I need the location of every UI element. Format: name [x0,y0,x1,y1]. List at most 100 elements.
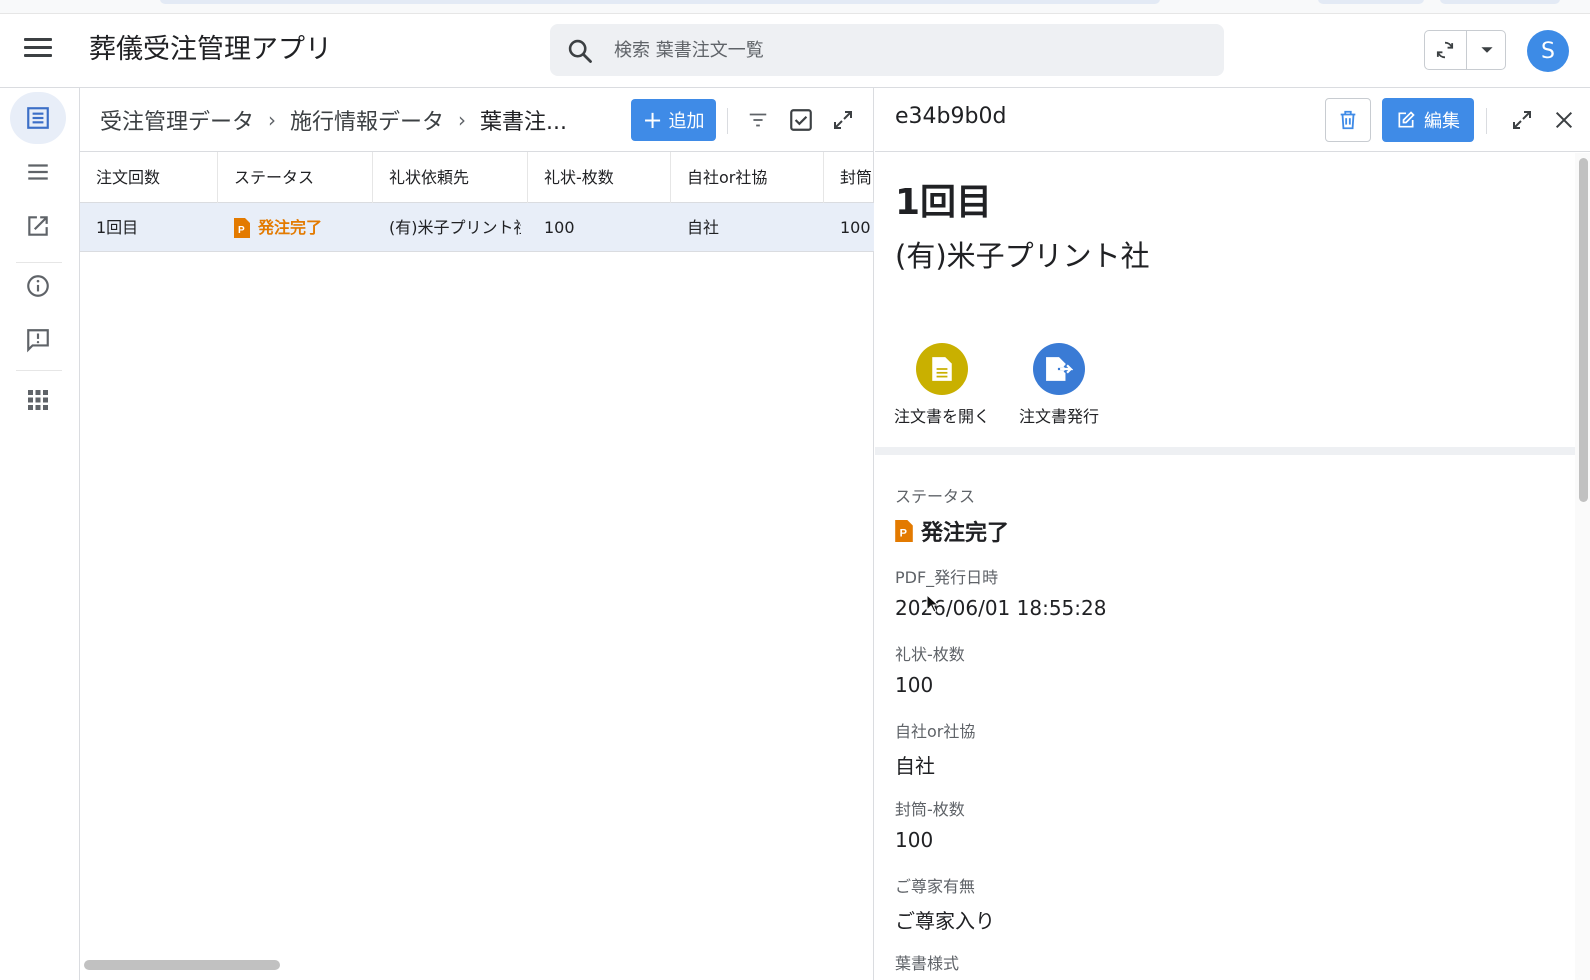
left-nav-rail [0,88,80,980]
field-value: 100 [895,828,934,852]
field-label: 自社or社協 [895,722,976,741]
search-input[interactable] [614,32,1204,68]
action-label: 注文書発行 [1018,407,1099,426]
rail-feedback[interactable] [10,314,66,366]
app-title: 葬儀受注管理アプリ [89,34,332,65]
detail-body: 1回目 (有)米子プリント社 注文書を開く 注文書発行 ステータス P 発注完了… [875,153,1575,980]
edit-icon [1398,111,1415,128]
expand-list-button[interactable] [829,106,857,134]
detail-subtitle: (有)米子プリント社 [895,239,1150,273]
select-mode-button[interactable] [787,106,815,134]
add-button[interactable]: + 追加 [631,99,716,141]
sync-button[interactable] [1425,31,1465,69]
column-header[interactable]: 礼状依頼先 [373,152,528,203]
status-badge: P 発注完了 [895,515,1009,547]
pdf-file-icon: P [895,520,913,542]
document-export-icon [1046,357,1073,381]
breadcrumb-item[interactable]: 受注管理データ [100,104,254,136]
checkbox-icon [790,109,812,131]
rail-info[interactable] [10,260,66,312]
search-icon [568,39,592,63]
chevron-right-icon: › [268,108,277,132]
app-header: 葬儀受注管理アプリ S [0,14,1590,88]
list-panel: 受注管理データ › 施行情報データ › 葉書注... + 追加 注文回数 ステー… [80,88,874,980]
rail-table-view[interactable] [10,92,66,144]
rail-list-view[interactable] [10,146,66,198]
open-external-icon [28,216,48,236]
vertical-scrollbar[interactable] [1579,158,1588,502]
open-order-doc-action[interactable]: 注文書を開く [882,343,1002,427]
detail-header: e34b9b0d 編集 [875,88,1590,152]
column-header[interactable]: 注文回数 [80,152,218,203]
record-id: e34b9b0d [895,104,1007,129]
field-letter-count: 礼状-枚数 100 [895,641,965,697]
breadcrumb-current: 葉書注... [480,110,568,135]
rail-open-external[interactable] [10,200,66,252]
browser-pill [1440,0,1560,4]
pdf-file-icon: P [234,217,250,238]
table-header: 注文回数 ステータス 礼状依頼先 礼状-枚数 自社or社協 封筒 [80,152,874,203]
field-family-name: ご尊家有無 ご尊家入り [895,873,995,934]
field-postcard-style: 葉書様式 [895,950,959,980]
action-circle [916,343,968,395]
action-label: 注文書を開く [893,407,990,426]
filter-icon [749,113,767,127]
field-company-type: 自社or社協 自社 [895,718,975,779]
list-view-icon [28,164,48,180]
expand-detail-button[interactable] [1508,106,1536,134]
status-value: 発注完了 [921,521,1010,546]
cell-status: P 発注完了 [218,203,373,252]
filter-button[interactable] [744,106,772,134]
svg-text:P: P [900,528,907,540]
status-badge: 発注完了 [258,218,323,237]
browser-pill [1318,0,1424,4]
close-detail-button[interactable] [1550,106,1578,134]
table-view-icon [27,107,49,129]
field-label: 葉書様式 [895,954,960,973]
search-bar[interactable] [550,24,1224,76]
cell-vendor: (有)米子プリント社 [389,218,521,237]
avatar[interactable]: S [1527,30,1569,72]
close-icon [1555,111,1573,129]
caret-down-icon [1480,47,1493,53]
document-icon [932,357,952,381]
rail-apps[interactable] [10,374,66,426]
apps-grid-icon [28,390,48,410]
chevron-right-icon: › [458,108,467,132]
add-button-label: 追加 [668,111,705,132]
field-value: 100 [895,673,934,697]
issue-order-doc-action[interactable]: 注文書発行 [999,343,1119,427]
sync-split-button [1424,30,1506,70]
orders-table: 注文回数 ステータス 礼状依頼先 礼状-枚数 自社or社協 封筒 1回目 P 発… [80,152,874,252]
table-row[interactable]: 1回目 P 発注完了 (有)米子プリント社 100 自社 100 [80,203,874,252]
field-value: 自社 [895,754,935,778]
column-header[interactable]: 封筒 [824,152,874,203]
field-envelope-count: 封筒-枚数 100 [895,796,965,852]
mouse-cursor-icon [926,594,940,613]
field-label: ステータス [895,487,976,506]
edit-button-label: 編集 [1424,111,1460,132]
field-label: 封筒-枚数 [895,800,965,819]
breadcrumb: 受注管理データ › 施行情報データ › 葉書注... [100,102,567,138]
sync-dropdown-button[interactable] [1466,31,1506,69]
sync-icon [1436,41,1454,59]
section-divider-band [875,447,1575,455]
delete-button[interactable] [1325,98,1371,142]
breadcrumb-item[interactable]: 施行情報データ [290,104,444,136]
expand-icon [834,111,852,129]
hamburger-icon[interactable] [24,38,52,64]
field-label: ご尊家有無 [895,877,976,896]
action-circle [1033,343,1085,395]
rail-divider [16,370,62,371]
edit-button[interactable]: 編集 [1382,98,1474,142]
cell-type: 自社 [687,218,720,237]
detail-title: 1回目 [895,182,993,223]
header-divider [1486,108,1487,134]
info-icon [27,275,49,297]
horizontal-scrollbar[interactable] [84,960,280,970]
column-header[interactable]: ステータス [218,152,373,203]
column-header[interactable]: 礼状-枚数 [528,152,671,203]
column-header[interactable]: 自社or社協 [671,152,824,203]
list-toolbar: 受注管理データ › 施行情報データ › 葉書注... + 追加 [80,88,874,152]
toolbar-divider [727,108,728,134]
